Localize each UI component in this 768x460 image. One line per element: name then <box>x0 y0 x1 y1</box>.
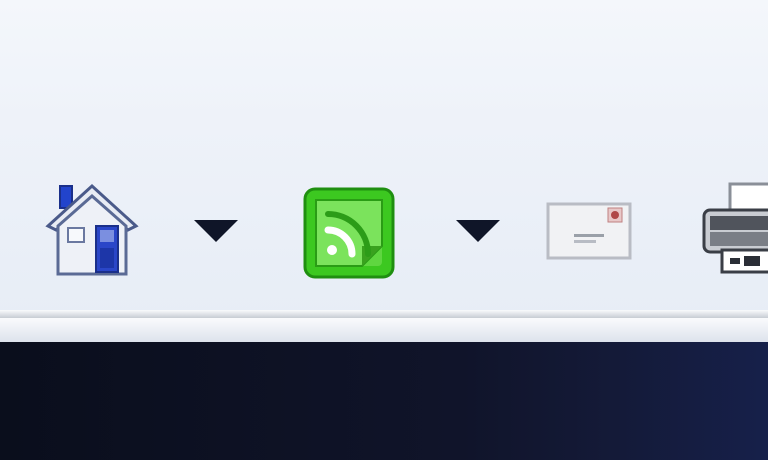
home-icon <box>45 183 139 276</box>
feeds-dropdown-button[interactable] <box>452 210 504 250</box>
dropdown-arrow-icon <box>194 220 238 242</box>
toolbar-bottom-edge <box>0 318 768 342</box>
dropdown-arrow-icon <box>456 220 500 242</box>
home-button[interactable] <box>44 182 140 278</box>
printer-icon <box>702 182 768 274</box>
page-content-area <box>0 342 768 460</box>
rss-feed-icon <box>303 187 395 279</box>
home-dropdown-button[interactable] <box>190 210 242 250</box>
read-mail-button[interactable] <box>546 200 632 262</box>
print-button[interactable] <box>700 180 768 276</box>
mail-icon <box>546 202 632 260</box>
toolbar-divider <box>0 310 768 318</box>
command-bar <box>0 0 768 318</box>
browser-window <box>0 0 768 460</box>
feeds-button[interactable] <box>302 186 396 280</box>
